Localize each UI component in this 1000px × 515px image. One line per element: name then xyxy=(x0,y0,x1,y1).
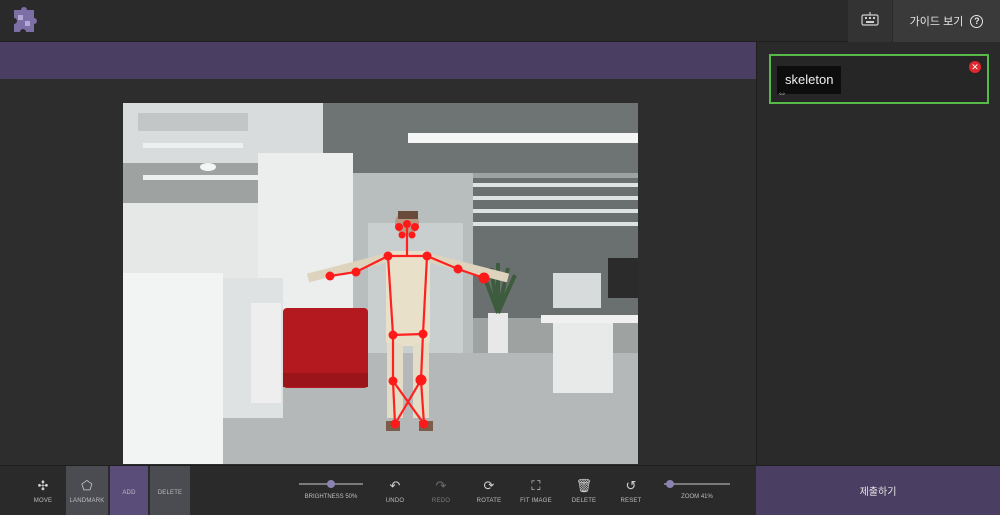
fit-image-label: FIT IMAGE xyxy=(520,498,552,504)
landmark-tool-button[interactable]: ⬠ LANDMARK xyxy=(66,466,108,515)
submit-button[interactable]: 제출하기 xyxy=(756,465,1000,515)
add-point-button[interactable]: ADD xyxy=(110,466,148,515)
delete-button[interactable]: 🗑 DELETE xyxy=(566,466,602,515)
label-card-skeleton[interactable]: skeleton ✕ ⇔ xyxy=(769,54,989,104)
top-bar: 가이드 보기 ? xyxy=(0,0,1000,42)
reset-label: RESET xyxy=(620,498,642,504)
labels-panel: skeleton ✕ ⇔ xyxy=(756,42,1000,465)
brightness-knob[interactable] xyxy=(327,479,335,488)
zoom-knob[interactable] xyxy=(666,479,674,488)
brightness-track[interactable] xyxy=(299,479,363,488)
brightness-slider[interactable]: BRIGHTNESS 50% xyxy=(296,466,366,515)
undo-label: UNDO xyxy=(385,498,405,504)
canvas-workspace[interactable] xyxy=(0,79,756,465)
rotate-icon: ⟳ xyxy=(483,478,495,493)
reset-icon: ↺ xyxy=(625,478,637,493)
annotation-app: 가이드 보기 ? skeleton ✕ ⇔ ✣ MOVE ⬠ LANDMARK … xyxy=(0,0,1000,515)
help-icon: ? xyxy=(970,14,984,28)
submit-label: 제출하기 xyxy=(859,487,897,498)
keyboard-shortcuts-button[interactable] xyxy=(848,0,892,42)
delete-point-label: DELETE xyxy=(157,490,183,496)
reset-button[interactable]: ↺ RESET xyxy=(614,466,648,515)
rotate-label: ROTATE xyxy=(476,498,502,504)
undo-icon: ↶ xyxy=(389,478,401,493)
guide-button-label: 가이드 보기 xyxy=(909,16,964,28)
guide-button[interactable]: 가이드 보기 ? xyxy=(893,0,1000,42)
delete-point-button[interactable]: DELETE xyxy=(150,466,190,515)
link-icon: ⇔ xyxy=(777,88,787,99)
zoom-label: ZOOM 41% xyxy=(681,493,713,500)
fit-image-icon: ⛶ xyxy=(531,478,541,493)
rotate-button[interactable]: ⟳ ROTATE xyxy=(470,466,508,515)
brightness-label: BRIGHTNESS 50% xyxy=(304,493,358,500)
photo-scene xyxy=(123,103,638,464)
fit-image-button[interactable]: ⛶ FIT IMAGE xyxy=(516,466,556,515)
delete-label: DELETE xyxy=(571,498,597,504)
redo-button[interactable]: ↷ REDO xyxy=(424,466,458,515)
annotated-image[interactable] xyxy=(123,103,638,464)
move-tool-button[interactable]: ✣ MOVE xyxy=(24,466,62,515)
trash-icon: 🗑 xyxy=(575,478,593,493)
zoom-track[interactable] xyxy=(664,479,730,488)
zoom-slider[interactable]: ZOOM 41% xyxy=(660,466,734,515)
undo-button[interactable]: ↶ UNDO xyxy=(378,466,412,515)
workspace-header-strip xyxy=(0,42,756,79)
redo-icon: ↷ xyxy=(435,478,447,493)
add-point-label: ADD xyxy=(122,490,136,496)
redo-label: REDO xyxy=(431,498,451,504)
landmark-pentagon-icon: ⬠ xyxy=(81,478,93,493)
puzzle-logo-icon xyxy=(8,6,40,36)
bottom-toolbar: ✣ MOVE ⬠ LANDMARK ADD DELETE BRIGHTNESS … xyxy=(0,465,756,515)
keyboard-icon xyxy=(861,11,879,32)
landmark-tool-label: LANDMARK xyxy=(69,498,105,504)
move-tool-label: MOVE xyxy=(33,498,53,504)
move-arrows-icon: ✣ xyxy=(37,478,49,493)
close-icon[interactable]: ✕ xyxy=(969,61,981,73)
